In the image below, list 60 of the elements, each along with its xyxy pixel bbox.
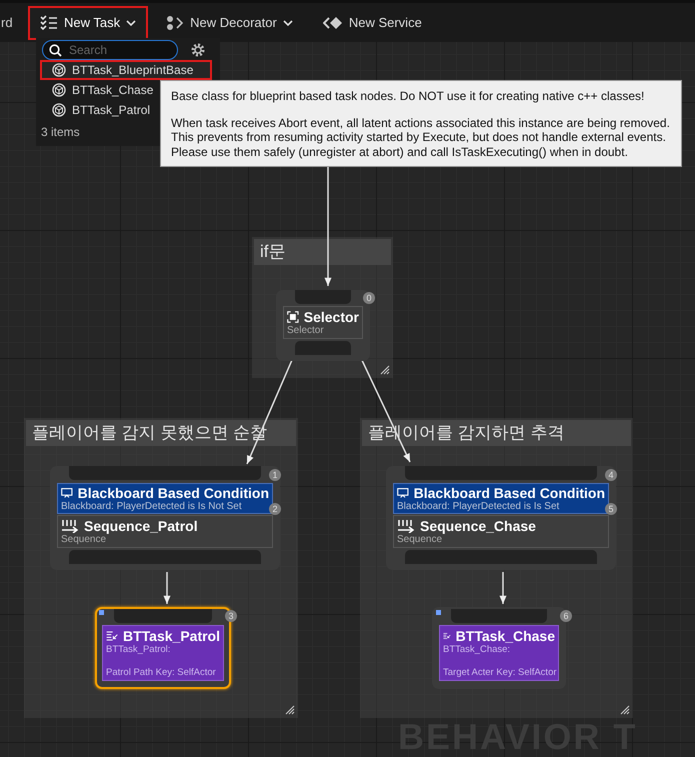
node-title: Selector [304,309,359,325]
pin-bar[interactable] [405,550,597,564]
marker-icon [99,610,104,615]
decorator-title: Blackboard Based Condition [78,485,269,501]
resize-grip-icon[interactable] [285,705,295,715]
cube-icon [52,83,66,97]
tooltip-text: Please use them safely (unregister at abort) and call IsTaskExecuting() when in doubt. [171,144,629,159]
item-count: 3 items [41,125,80,139]
node-subtitle: Sequence [61,534,108,545]
task-title: BTTask_Chase [456,628,555,644]
decorator-subtitle: Blackboard: PlayerDetected is Is Not Set [61,501,243,512]
index-badge: 0 [363,292,375,304]
diamond-icon [322,16,343,30]
tooltip-text: When task receives Abort event, all latent actions associated this instance are being removed. [171,116,671,130]
pin-bar[interactable] [451,609,547,623]
wire-arrow [164,572,170,604]
pin-bar[interactable] [69,550,261,564]
tooltip-text: Base class for blueprint based task nodes. Do NOT use it for creating native c++ classes! [171,89,646,104]
checklist-icon [40,14,58,30]
resize-grip-icon[interactable] [620,705,630,715]
cube-icon [52,103,66,117]
toolbar-button[interactable]: New Task [28,6,148,40]
resize-grip-icon[interactable] [380,365,390,375]
toolbar-button[interactable]: New Decorator [154,6,305,40]
decorator-row[interactable]: Blackboard Based Condition Blackboard: PlayerDetected is Is Not Set [57,483,273,514]
node-title: Sequence_Patrol [84,518,198,534]
decorator-title: Blackboard Based Condition [414,485,605,501]
comment-title: if문 [254,239,391,265]
decorator-icon [166,14,184,30]
monitor-icon [397,486,409,500]
wire-arrow [500,572,506,604]
pin-bar[interactable] [405,466,597,480]
node-subtitle: Selector [287,325,325,336]
decorator-subtitle: Blackboard: PlayerDetected is Is Set [397,501,560,512]
task-detail: Patrol Path Key: SelfActor [106,667,217,678]
marker-icon [436,610,441,615]
task-detail: BTTask_Patrol: [106,644,172,655]
index-badge: 6 [560,610,572,622]
index-badge: 3 [225,610,237,622]
task-detail: BTTask_Chase: [443,644,512,655]
menu-item[interactable]: BTTask_BlueprintBase [40,60,212,80]
pin-bar[interactable] [69,466,261,480]
node-title: Sequence_Chase [420,518,536,534]
pin-bar[interactable] [295,341,351,355]
sequence-icon [397,519,415,533]
monitor-icon [61,486,73,500]
pin-bar[interactable] [114,609,212,623]
search-field[interactable]: Search [42,40,178,60]
decorator-row[interactable]: Blackboard Based Condition Blackboard: PlayerDetected is Is Set [393,483,609,514]
selector-icon [287,309,299,325]
toolbar-label: rd [1,15,14,30]
toolbar-button[interactable]: New Service [310,6,434,40]
settings-icon[interactable] [190,42,206,58]
task-title: BTTask_Patrol [123,628,220,644]
task-detail: Target Acter Key: SelfActor [443,667,555,678]
pin-bar[interactable] [295,290,351,304]
cube-icon [52,63,66,77]
tooltip-text: This prevents from resuming activity started by Execute, but does not handle external events. [171,130,667,144]
sequence-icon [61,519,79,533]
node-subtitle: Sequence [397,534,444,545]
